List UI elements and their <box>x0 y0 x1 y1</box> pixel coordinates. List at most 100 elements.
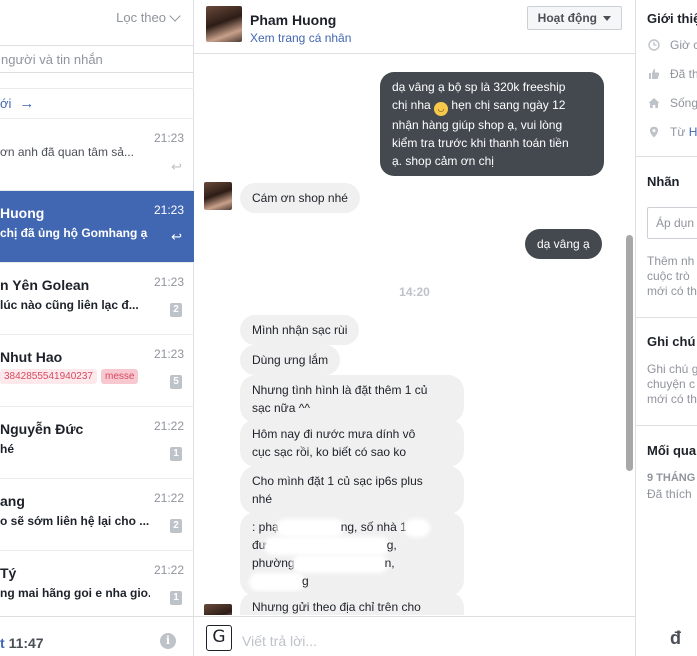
incoming-message: Hôm nay đi nước mưa dính vô cục sạc rồi,… <box>240 419 464 467</box>
incoming-message: Cho mình đặt 1 củ sạc ip6s plus nhé <box>240 466 464 514</box>
contact-name[interactable]: Pham Huong <box>250 12 336 28</box>
conversation-item[interactable]: ang 21:22 o sẽ sớm liên hệ lại cho ... 2 <box>0 478 194 550</box>
view-profile-link[interactable]: Xem trang cá nhân <box>250 31 351 45</box>
conversation-snippet: chị đã ủng hộ Gomhang ạ <box>0 226 148 240</box>
info-row-prefix: Từ <box>670 125 686 139</box>
help-line: chuyện c <box>647 377 696 391</box>
label-tag: messe <box>100 369 139 384</box>
relationship-text: Đã thích <box>647 487 692 501</box>
message-text: ng, số nhà 1 <box>340 520 407 534</box>
chat-header: Pham Huong Xem trang cá nhân Hoạt động <box>194 0 635 54</box>
unread-count-badge: 2 <box>170 303 182 317</box>
info-row-from: Từ H <box>648 125 697 139</box>
conversation-item-active[interactable]: Huong 21:23 chị đã ủng hộ Gomhang ạ ↩ <box>0 190 194 262</box>
conversation-snippet: o sẽ sớm liên hệ lại cho ... <box>0 514 150 528</box>
message-thread: dạ vâng ạ bộ sp là 320k freeship chị nha… <box>194 55 635 615</box>
message-line: đư g, <box>252 536 452 554</box>
help-line: mới có th <box>647 392 697 406</box>
new-message-link[interactable]: ới → <box>0 88 194 118</box>
gomhang-logo-icon[interactable]: G <box>206 625 232 651</box>
outgoing-message: dạ vâng ạ <box>525 229 602 259</box>
info-row-text: Từ H <box>670 125 697 139</box>
info-row-liked: Đã th <box>648 67 697 81</box>
conversation-name: Tý <box>0 565 17 581</box>
relationship-title: Mối quan <box>647 443 697 458</box>
avatar <box>204 604 232 615</box>
conversation-snippet: lúc nào cũng liên lạc đ... <box>0 298 139 312</box>
unread-count-badge: 5 <box>170 375 182 389</box>
divider <box>636 156 697 157</box>
conversation-name: Nguyễn Đức <box>0 421 84 437</box>
conversation-item[interactable]: 21:23 ơn anh đã quan tâm sả... ↩ <box>0 118 194 190</box>
message-line: chị nha ◡ hẹn chị sang ngày 12 <box>392 96 592 116</box>
incoming-message: Dùng ưng lắm <box>240 345 341 375</box>
message-timestamp: 14:20 <box>399 285 430 299</box>
unread-count-badge: 2 <box>170 519 182 533</box>
message-line: ạ. shop cảm ơn chị <box>392 154 494 168</box>
redaction-blur <box>252 575 302 588</box>
redaction-blur <box>294 557 385 570</box>
hometown-link[interactable]: H <box>689 125 697 139</box>
message-line: nhé <box>252 492 273 506</box>
conversation-name: ang <box>0 493 25 509</box>
new-message-label: ới <box>0 96 12 111</box>
clock-icon <box>648 39 660 51</box>
divider <box>636 317 697 318</box>
info-icon[interactable]: i <box>160 633 176 649</box>
info-row-text: Sống <box>670 96 697 110</box>
activity-label: Hoạt động <box>537 11 597 25</box>
message-text: chị nha <box>392 98 431 112</box>
apply-label-input[interactable]: Áp dụn <box>647 207 697 239</box>
conversation-snippet: ơn anh đã quan tâm sả... <box>0 145 134 159</box>
footer-status-time: 11:47 <box>8 635 44 651</box>
message-line: g <box>252 572 452 590</box>
redaction-blur <box>278 521 341 534</box>
message-line: Cho mình đặt 1 củ sạc ip6s plus <box>252 474 423 488</box>
conversation-name: Huong <box>0 205 45 221</box>
filter-dropdown[interactable]: Lọc theo <box>116 9 181 25</box>
conversation-item[interactable]: Tý 21:22 ng mai hãng goi e nha gio... 1 <box>0 550 194 622</box>
divider <box>636 425 697 426</box>
message-line: phường n, <box>252 554 452 572</box>
notes-help-text: Ghi chú g chuyện c mới có th <box>647 362 697 407</box>
conversation-snippet: hé <box>0 442 15 456</box>
activity-dropdown-button[interactable]: Hoạt động <box>526 6 622 30</box>
conversation-item[interactable]: Nguyễn Đức 21:22 hé 1 <box>0 406 194 478</box>
inbox-window: Lọc theo người và tin nhắn ới → 21:23 ơn… <box>0 0 697 656</box>
message-line: : phạ ng, số nhà 1 <box>252 518 452 536</box>
labels-help-text: Thêm nh cuộc trò mới có th <box>647 254 697 299</box>
chat-panel: Pham Huong Xem trang cá nhân Hoạt động d… <box>194 0 635 656</box>
message-line: Nhưng tình hình là đặt thêm 1 củ <box>252 383 428 397</box>
help-line: mới có th <box>647 284 697 298</box>
reply-input[interactable]: Viết trả lời... <box>242 633 317 649</box>
conversation-time: 21:23 <box>153 203 184 217</box>
location-pin-icon <box>650 126 658 138</box>
search-input[interactable]: người và tin nhắn <box>0 45 202 73</box>
conversation-time: 21:22 <box>153 563 184 577</box>
help-line: Thêm nh <box>647 254 695 268</box>
label-tag: 3842855541940237 <box>0 369 97 384</box>
arrow-right-icon: → <box>19 95 35 112</box>
conversation-item[interactable]: Nhut Hao 21:23 3842855541940237 messe 5 <box>0 334 194 406</box>
message-line: sạc nữa ^^ <box>252 401 310 415</box>
labels-title: Nhãn <box>647 174 680 189</box>
info-row-lives: Sống <box>648 96 697 110</box>
conversation-item[interactable]: n Yên Golean 21:23 lúc nào cũng liên lạc… <box>0 262 194 334</box>
currency-icon[interactable]: đ <box>670 628 681 649</box>
message-line: kiểm tra trước khi thanh toán tiền <box>392 136 569 150</box>
conversation-tags: 3842855541940237 messe <box>0 369 139 384</box>
avatar[interactable] <box>206 6 242 42</box>
help-line: cuộc trò <box>647 269 690 283</box>
scrollbar[interactable] <box>626 235 633 471</box>
conversation-list: 21:23 ơn anh đã quan tâm sả... ↩ Huong 2… <box>0 118 194 622</box>
unread-count-badge: 1 <box>170 591 182 605</box>
message-text: n, <box>384 556 395 570</box>
relationship-time: 9 THÁNG <box>647 472 696 484</box>
message-text: g, <box>386 538 397 552</box>
notes-title: Ghi chú <box>647 334 696 349</box>
contact-info-panel: Giới thiệ Giờ c Đã th Sống Từ H Nhãn Áp … <box>635 0 697 656</box>
reply-icon: ↩ <box>171 229 182 244</box>
message-text: hẹn chị sang ngày 12 <box>451 98 566 112</box>
home-icon <box>648 98 660 108</box>
message-text: g <box>302 574 309 588</box>
